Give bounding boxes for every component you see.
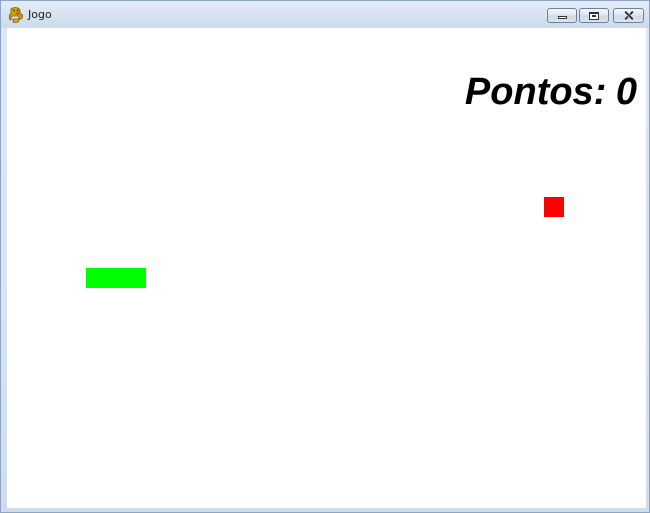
python-snake-icon[interactable] — [8, 7, 24, 23]
close-icon — [624, 11, 634, 20]
maximize-button[interactable] — [579, 8, 609, 23]
snake-head — [126, 268, 146, 288]
score-value: 0 — [615, 71, 637, 113]
title-bar[interactable]: Jogo — [1, 1, 649, 28]
game-window: Jogo Pontos: 0 — [0, 0, 650, 513]
score-label: Pontos: — [464, 71, 607, 113]
minimize-icon — [557, 16, 567, 19]
close-button[interactable] — [613, 8, 644, 23]
minimize-button[interactable] — [547, 8, 577, 23]
game-canvas[interactable]: Pontos: 0 — [7, 28, 646, 508]
score-display: Pontos: 0 — [465, 70, 637, 114]
window-title: Jogo — [28, 8, 52, 21]
snake-segment — [86, 268, 106, 288]
maximize-icon — [589, 11, 599, 20]
snake-segment — [106, 268, 126, 288]
food-apple — [544, 197, 564, 217]
